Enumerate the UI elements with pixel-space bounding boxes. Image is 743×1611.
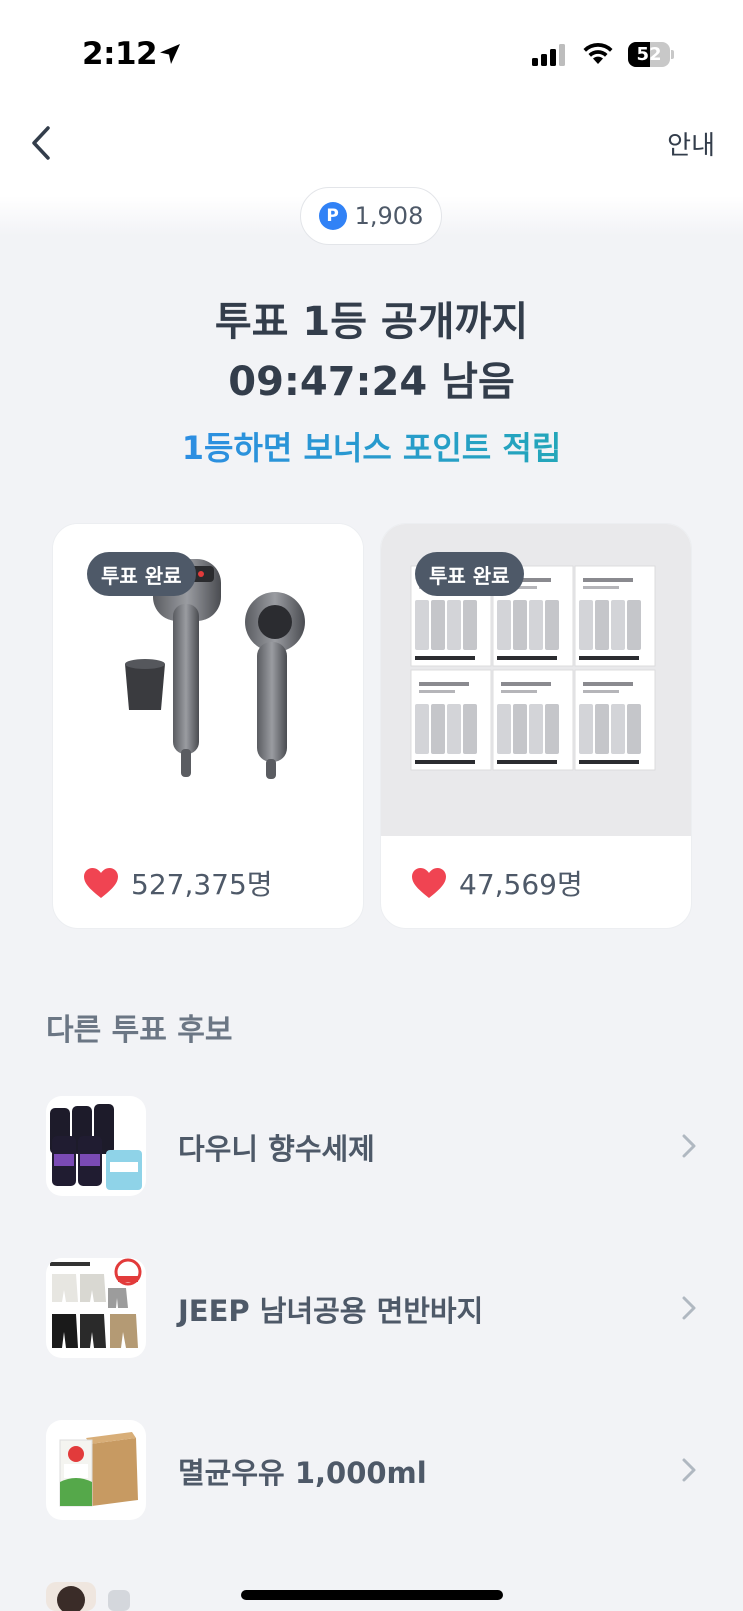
home-indicator	[241, 1590, 503, 1600]
vote-count-row: 527,375명	[53, 836, 363, 928]
battery-percent: 52	[636, 44, 662, 65]
location-arrow-icon	[160, 44, 180, 64]
heart-icon	[84, 868, 118, 898]
wifi-icon	[583, 42, 613, 64]
candidate-thumbnail	[46, 1096, 146, 1196]
candidate-name: 멸균우유 1,000ml	[178, 1456, 427, 1490]
chevron-right-icon	[682, 1458, 696, 1482]
shorts-image	[50, 1258, 142, 1348]
back-button[interactable]	[24, 120, 64, 166]
info-link[interactable]: 안내	[667, 125, 715, 162]
detergent-bottles-image	[50, 1104, 142, 1190]
candidate-name: JEEP 남녀공용 면반바지	[178, 1294, 484, 1328]
vote-count-row: 47,569명	[381, 836, 691, 928]
candidate-item-sterilized-milk[interactable]: 멸균우유 1,000ml	[0, 1416, 743, 1524]
headline-line-1: 투표 1등 공개까지	[214, 299, 529, 345]
vote-completed-badge: 투표 완료	[415, 552, 524, 596]
milk-carton-image	[59, 1432, 138, 1507]
chevron-left-icon	[32, 126, 50, 160]
countdown-timer: 09:47:24 남음	[228, 359, 515, 405]
status-bar: 2:12 52	[0, 0, 743, 100]
other-candidates-title: 다른 투표 후보	[46, 1013, 233, 1048]
cellular-signal-icon	[532, 44, 565, 66]
vote-count: 47,569명	[459, 868, 583, 901]
vote-completed-badge: 투표 완료	[87, 552, 196, 596]
candidate-item-jeep-shorts[interactable]: JEEP 남녀공용 면반바지	[0, 1254, 743, 1362]
chevron-right-icon	[682, 1296, 696, 1320]
candidate-thumbnail-peek	[46, 1582, 130, 1611]
status-time: 2:12	[82, 36, 158, 72]
points-balance[interactable]: P 1,908	[300, 187, 442, 245]
candidate-name: 다우니 향수세제	[178, 1132, 375, 1166]
battery-indicator: 52	[628, 42, 674, 67]
vote-card-hair-dryer[interactable]: 투표 완료 527,375명	[52, 523, 364, 929]
countdown-headline: 투표 1등 공개까지 09:47:24 남음	[0, 292, 743, 412]
point-coin-icon: P	[318, 202, 347, 230]
points-value: 1,908	[354, 202, 424, 230]
vote-count: 527,375명	[131, 868, 273, 901]
candidate-thumbnail	[46, 1258, 146, 1358]
heart-icon	[412, 868, 446, 898]
candidate-thumbnail	[46, 1420, 146, 1520]
candidate-item-peek[interactable]	[46, 1582, 166, 1611]
chevron-right-icon	[682, 1134, 696, 1158]
vote-card-lint-roller[interactable]: 투표 완료 47,569명	[380, 523, 692, 929]
bonus-points-text: 1등하면 보너스 포인트 적립	[0, 426, 743, 470]
candidate-item-downy[interactable]: 다우니 향수세제	[0, 1092, 743, 1200]
